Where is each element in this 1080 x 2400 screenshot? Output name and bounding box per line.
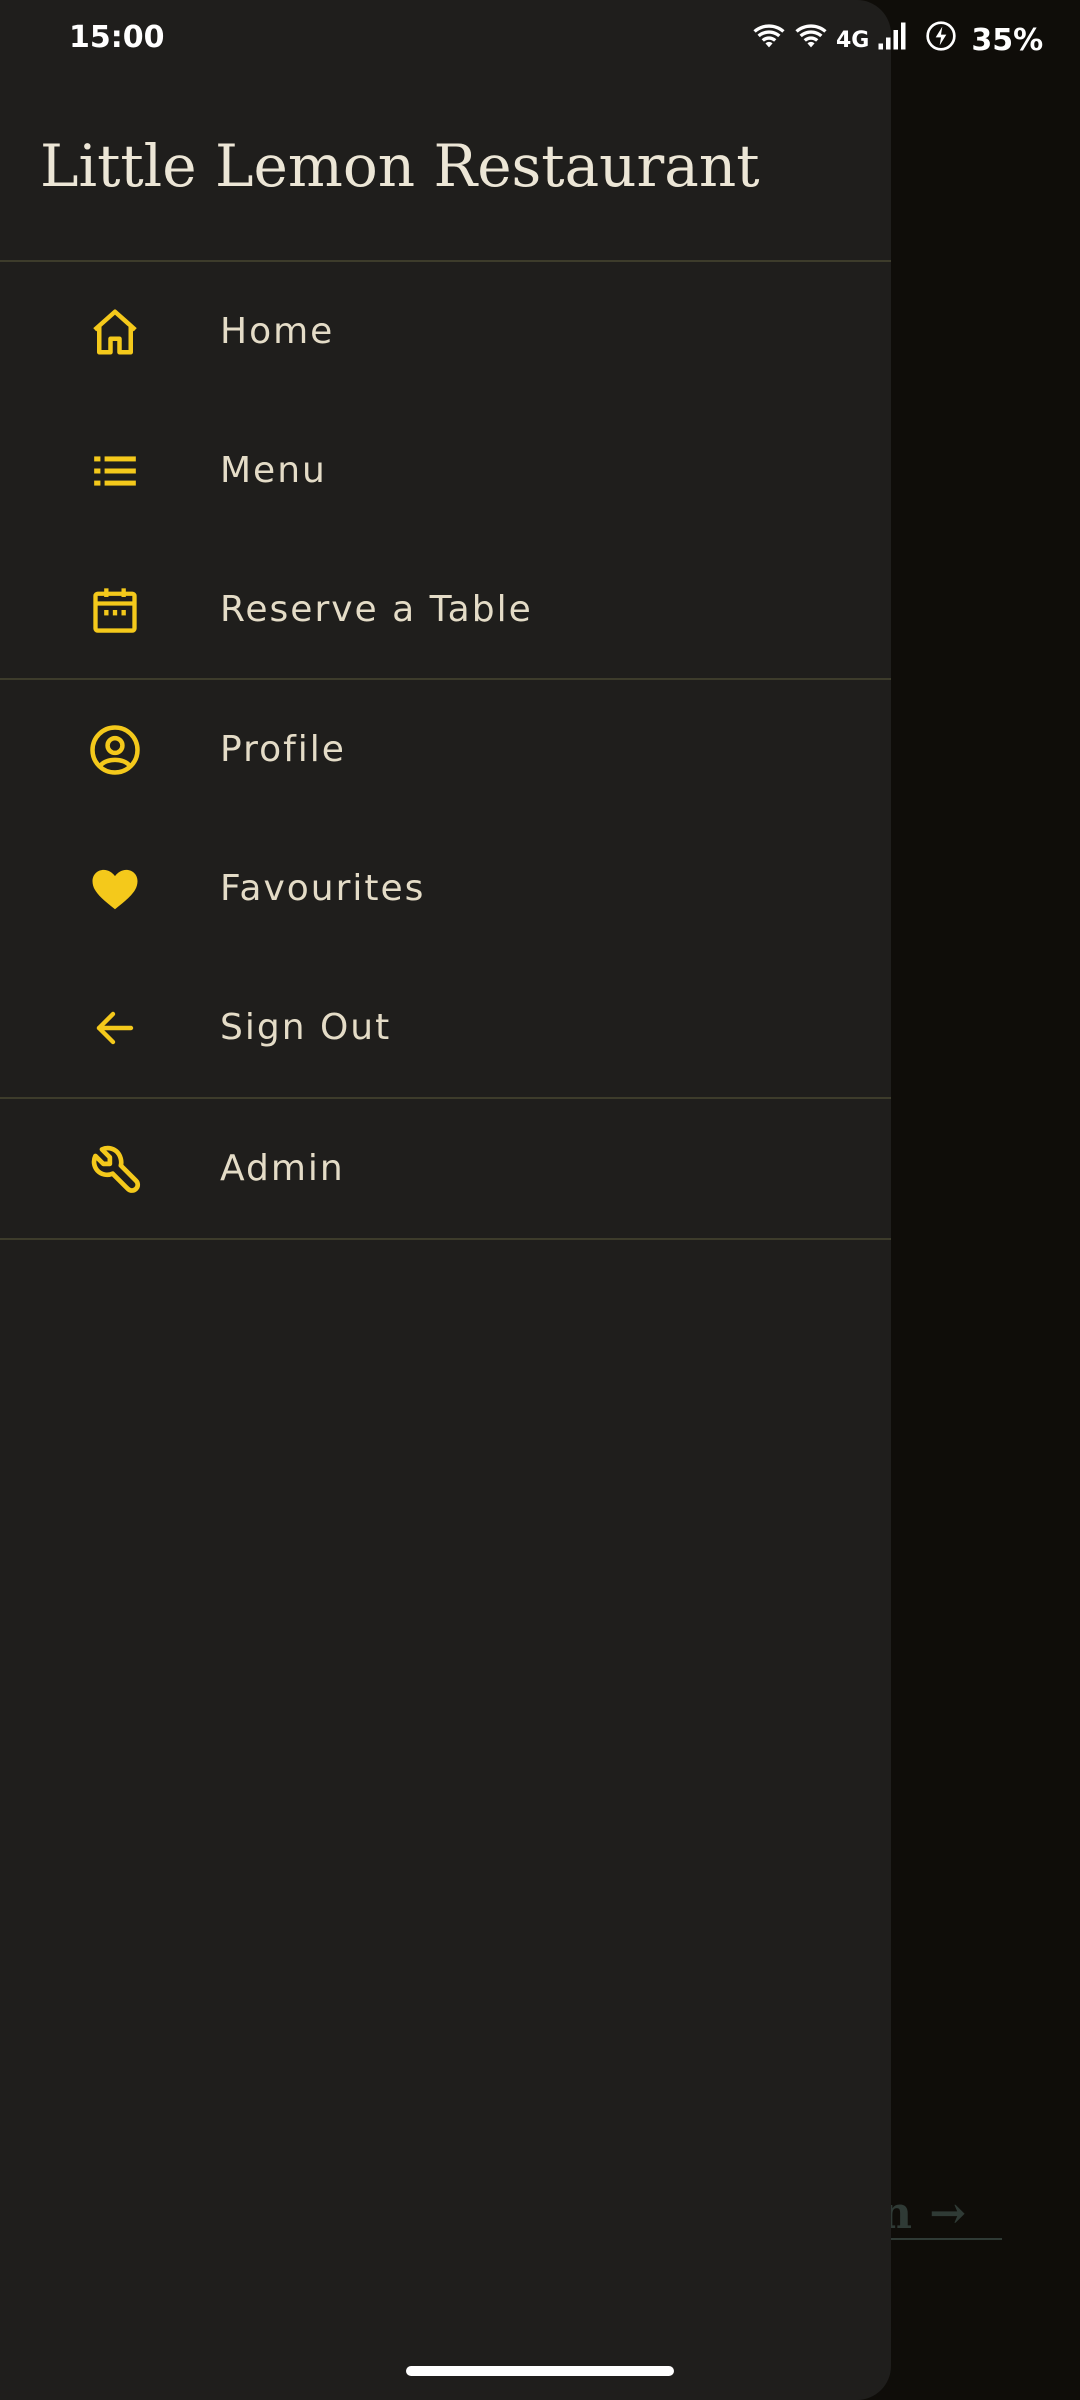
nav-item-favourites[interactable]: Favourites — [0, 819, 891, 958]
home-icon — [80, 297, 150, 367]
home-indicator[interactable] — [406, 2366, 674, 2376]
navigation-drawer: Little Lemon Restaurant Home Menu Reserv… — [0, 0, 891, 2400]
calendar-icon — [80, 575, 150, 645]
status-time: 15:00 — [69, 20, 165, 55]
nav-item-label: Admin — [220, 1148, 345, 1189]
heart-icon — [80, 854, 150, 924]
list-icon — [80, 436, 150, 506]
arrow-back-icon — [80, 993, 150, 1063]
nav-item-label: Menu — [220, 450, 327, 491]
battery-charging-icon — [925, 20, 957, 60]
nav-item-label: Sign Out — [220, 1007, 392, 1048]
wrench-icon — [80, 1134, 150, 1204]
nav-item-label: Reserve a Table — [220, 589, 533, 630]
divider — [0, 1238, 891, 1240]
background-link-underline — [880, 2238, 1002, 2240]
drawer-title: Little Lemon Restaurant — [40, 132, 760, 200]
wifi-icon — [752, 21, 786, 59]
profile-icon — [80, 715, 150, 785]
nav-item-admin[interactable]: Admin — [0, 1099, 891, 1238]
nav-item-home[interactable]: Home — [0, 262, 891, 401]
status-bar: 15:00 4G 35% — [0, 0, 1080, 80]
nav-item-reserve-table[interactable]: Reserve a Table — [0, 540, 891, 679]
nav-item-menu[interactable]: Menu — [0, 401, 891, 540]
nav-item-sign-out[interactable]: Sign Out — [0, 958, 891, 1097]
battery-percentage: 35% — [971, 22, 1044, 58]
network-type: 4G — [836, 27, 870, 53]
signal-icon — [877, 21, 907, 59]
nav-item-label: Home — [220, 311, 335, 352]
nav-item-profile[interactable]: Profile — [0, 680, 891, 819]
status-icons: 4G 35% — [752, 20, 1051, 60]
wifi-icon — [794, 21, 828, 59]
background-link: n → — [880, 2188, 968, 2239]
nav-item-label: Profile — [220, 729, 346, 770]
nav-item-label: Favourites — [220, 868, 426, 909]
